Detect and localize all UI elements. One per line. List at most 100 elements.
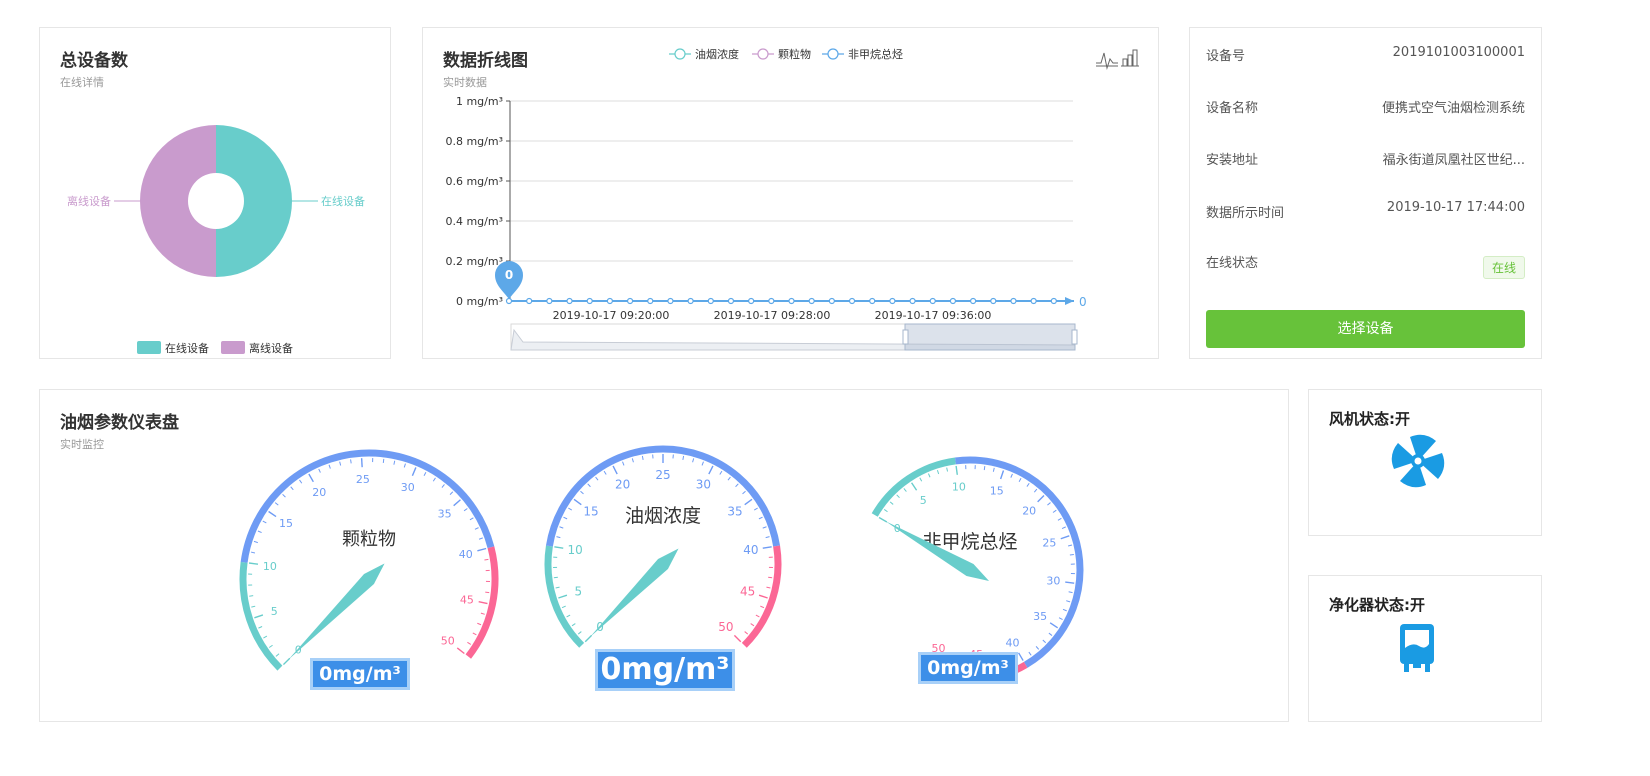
online-slice-label: 在线设备 (321, 194, 365, 208)
gauge-minor-tick (946, 467, 949, 472)
data-point (727, 297, 735, 305)
gauge-tick-label: 5 (271, 605, 278, 618)
gauge-minor-tick (559, 526, 564, 529)
gauge-minor-tick (1061, 526, 1066, 529)
gauge-tick-label: 25 (1042, 537, 1056, 550)
gauge-minor-tick (896, 494, 900, 499)
legend-label: 颗粒物 (778, 47, 811, 61)
data-point (748, 297, 755, 305)
data-point (970, 297, 977, 305)
info-value: 便携式空气油烟检测系统 (1381, 101, 1525, 116)
y-tick-label: 0.6 mg/m³ (445, 175, 503, 188)
data-point (505, 297, 513, 305)
gauge-minor-tick (1042, 639, 1047, 644)
data-point (647, 297, 654, 305)
gauge-tick-label: 45 (460, 593, 474, 606)
gauge-minor-tick (936, 470, 940, 475)
gauge-pointer (288, 563, 385, 660)
gauge-major-tick (708, 465, 714, 475)
gauge-value-particulate: 0mg/m³ (310, 658, 410, 690)
gauge-minor-tick (919, 477, 923, 482)
gauge-minor-tick (1035, 646, 1040, 650)
gauge-minor-tick (692, 458, 695, 463)
data-point (1030, 297, 1037, 305)
bar-chart-icon[interactable] (1121, 49, 1139, 67)
datazoom-window (904, 323, 1076, 351)
legend-label: 离线设备 (249, 341, 293, 355)
y-tick-label: 1 mg/m³ (456, 95, 503, 108)
gauge-major-tick (411, 467, 417, 477)
gauge-minor-tick (484, 558, 489, 561)
gauge-tick-label: 15 (279, 517, 293, 530)
gauge-minor-tick (1052, 509, 1057, 513)
gauge-minor-tick (1033, 488, 1038, 493)
line-chart[interactable]: 油烟浓度 颗粒物 非甲烷总烃 0 mg/m³ 0.2 mg/m³ 0.4 mg/m³ 0.6… (423, 28, 1160, 360)
gauge-minor-tick (1047, 502, 1051, 506)
gauge-minor-tick (753, 507, 758, 511)
gauge-minor-tick (682, 455, 685, 460)
info-value: 2019-10-17 17:44:00 (1386, 200, 1525, 215)
gauge-minor-tick (251, 605, 256, 608)
toolbox-glyph (1127, 54, 1133, 67)
donut-chart: 在线设备离线设备在线设备 离线设备 (67, 125, 365, 355)
gauge-minor-tick (1018, 477, 1022, 482)
pie-slice (216, 125, 292, 277)
x-tick-label: 2019-10-17 09:28:00 (714, 309, 831, 322)
gauge-minor-tick (441, 484, 445, 488)
gauge-minor-tick (268, 644, 273, 648)
gauge-minor-tick (1067, 544, 1073, 547)
data-point (667, 297, 674, 305)
gauge-minor-tick (1062, 608, 1067, 612)
gauge-minor-tick (760, 605, 765, 609)
gauge-minor-tick (701, 461, 704, 466)
gauge-minor-tick (478, 537, 483, 540)
gauge-value-nmhc: 0mg/m³ (918, 652, 1018, 684)
gauge-minor-tick (719, 470, 723, 475)
data-point (828, 297, 835, 305)
gauge-major-tick (1065, 581, 1075, 584)
gauge-minor-tick (735, 483, 739, 488)
datazoom-handle-left (902, 329, 909, 345)
gauge-minor-tick (603, 470, 607, 475)
gauge-value-oil-smoke: 0mg/m³ (595, 649, 735, 691)
gauge-minor-tick (556, 536, 561, 539)
info-key: 在线状态 (1206, 256, 1259, 271)
gauge-major-tick (558, 594, 568, 599)
gauge-minor-tick (561, 605, 566, 609)
gauge-tick-label: 30 (401, 481, 415, 494)
gauge-major-tick (254, 614, 264, 619)
end-value-label: 0 (1079, 295, 1087, 309)
legend-label: 非甲烷总烃 (848, 47, 903, 61)
fan-status-card: 风机状态:开 (1308, 389, 1542, 536)
info-row-device-id: 设备号 2019101003100001 (1206, 45, 1525, 65)
gauge-minor-tick (883, 509, 888, 513)
gauge-minor-tick (622, 461, 625, 466)
info-key: 安装地址 (1206, 153, 1259, 168)
gauge-tick-label: 50 (441, 635, 455, 648)
legend-label: 油烟浓度 (695, 47, 739, 61)
gauge-minor-tick (595, 476, 599, 481)
gauge-major-tick (1060, 535, 1070, 540)
gauge-minor-tick (580, 490, 584, 495)
gauge-tick-label: 35 (1033, 610, 1047, 623)
select-device-button[interactable]: 选择设备 (1206, 310, 1525, 348)
x-tick-label: 2019-10-17 09:36:00 (875, 309, 992, 322)
gauge-minor-tick (1058, 617, 1063, 620)
gauge-major-tick (360, 458, 363, 468)
gauge-tick-label: 40 (1006, 636, 1020, 649)
data-point (808, 297, 815, 305)
gauge-tick-label: 45 (740, 585, 755, 599)
gauge-minor-tick (1068, 591, 1073, 594)
gauge-minor-tick (258, 626, 263, 629)
gauge-minor-tick (318, 468, 321, 473)
gauge-major-tick (955, 465, 958, 475)
line-chart-icon[interactable] (1096, 52, 1118, 70)
gauge-major-tick (268, 510, 277, 518)
gauge-minor-tick (742, 490, 746, 495)
y-tick-label: 0.4 mg/m³ (445, 215, 503, 228)
gauge-major-tick (478, 601, 488, 605)
data-point (687, 297, 694, 305)
gauge-major-tick (453, 499, 461, 507)
gauge-minor-tick (467, 641, 472, 645)
toolbox-glyph (1132, 49, 1138, 67)
